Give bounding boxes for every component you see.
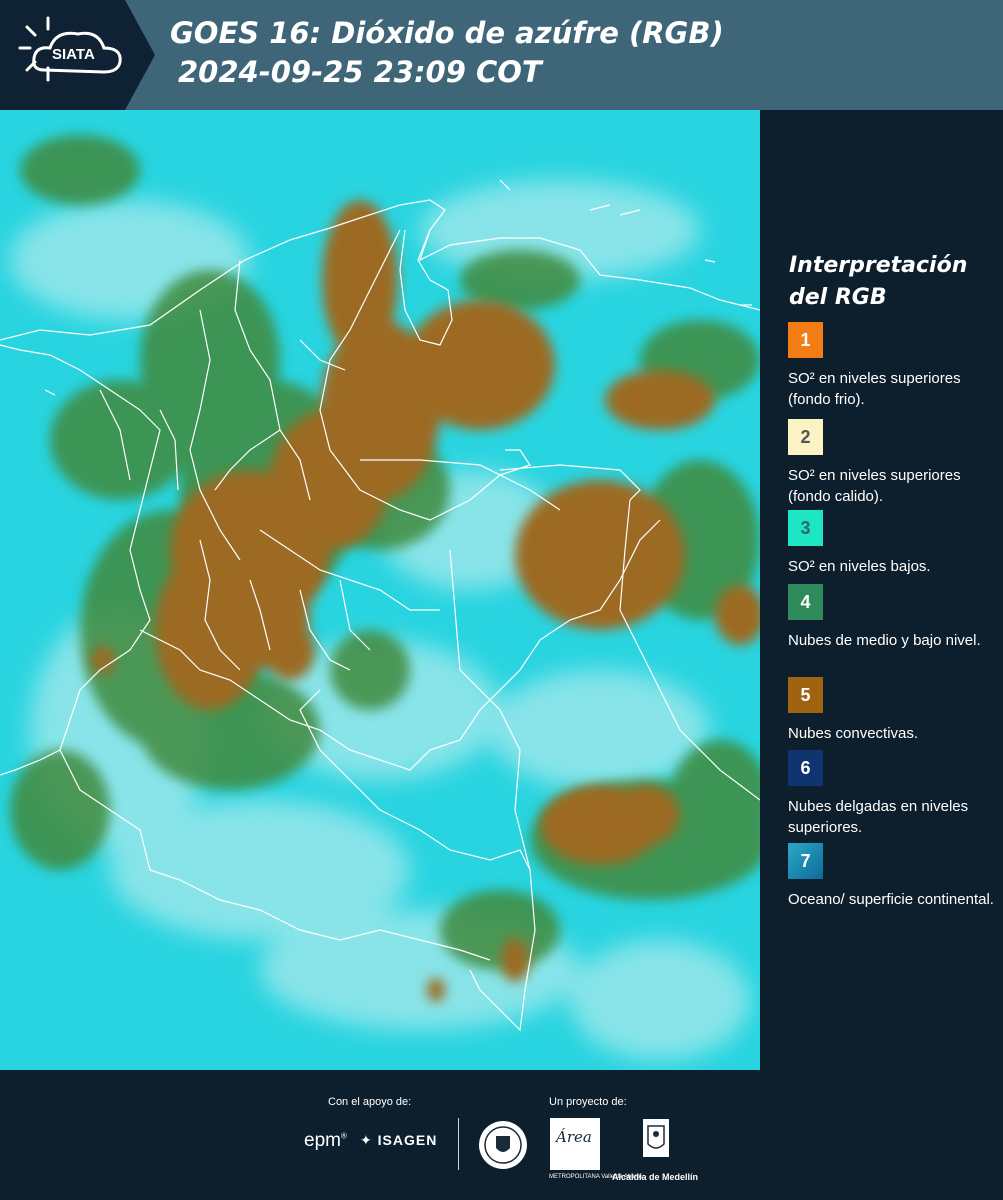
legend-item-5: 5 Nubes convectivas. [788, 677, 1000, 744]
header-bar: SIATA GOES 16: Dióxido de azúfre (RGB) 2… [0, 0, 1003, 110]
legend-swatch-1: 1 [788, 322, 823, 358]
satellite-map[interactable] [0, 110, 760, 1070]
legend-item-4: 4 Nubes de medio y bajo nivel. [788, 584, 1000, 651]
footer: Con el apoyo de: Un proyecto de: epm® ✦ … [0, 1070, 1003, 1200]
legend-item-3: 3 SO² en niveles bajos. [788, 510, 1000, 577]
footer-divider [458, 1118, 459, 1170]
legend-item-1: 1 SO² en niveles superiores (fondo frio)… [788, 322, 1000, 410]
epm-logo-text: epm [304, 1130, 341, 1151]
epm-logo: epm® [304, 1130, 347, 1151]
legend-label-3: SO² en niveles bajos. [788, 558, 931, 575]
legend-item-6: 6 Nubes delgadas en niveles superiores. [788, 750, 1000, 838]
isagen-logo: ✦ ISAGEN [360, 1132, 437, 1149]
timestamp: 2024-09-25 23:09 COT [178, 55, 542, 89]
legend-swatch-3: 3 [788, 510, 823, 546]
legend-swatch-5: 5 [788, 677, 823, 713]
legend-swatch-2: 2 [788, 419, 823, 455]
legend-panel: Interpretación del RGB 1 SO² en niveles … [760, 110, 1003, 1070]
legend-item-2: 2 SO² en niveles superiores (fondo calid… [788, 419, 1000, 507]
legend-label-5: Nubes convectivas. [788, 725, 919, 742]
legend-swatch-4: 4 [788, 584, 823, 620]
legend-label-4: Nubes de medio y bajo nivel. [788, 632, 981, 649]
alcaldia-logo-text: Alcaldía de Medellín [612, 1172, 699, 1182]
legend-label-7: Oceano/ superficie continental. [788, 891, 994, 908]
siata-logo-text: SIATA [52, 46, 95, 63]
siata-logo: SIATA [0, 0, 155, 110]
alcaldia-crest-icon [643, 1119, 669, 1157]
page-title: GOES 16: Dióxido de azúfre (RGB) [170, 16, 724, 50]
legend-label-2: SO² en niveles superiores (fondo calido)… [788, 467, 961, 505]
amva-word: Área [556, 1128, 592, 1146]
medellin-seal-icon [479, 1121, 527, 1169]
legend-title: Interpretación del RGB [789, 253, 968, 310]
legend-swatch-6: 6 [788, 750, 823, 786]
legend-label-6: Nubes delgadas en niveles superiores. [788, 798, 969, 836]
isagen-logo-text: ISAGEN [377, 1132, 438, 1148]
support-caption: Con el apoyo de: [328, 1096, 412, 1108]
isagen-mark-icon: ✦ [360, 1132, 373, 1148]
legend-item-7: 7 Oceano/ superficie continental. [788, 843, 1000, 910]
legend-swatch-7: 7 [788, 843, 823, 879]
project-caption: Un proyecto de: [549, 1096, 627, 1108]
legend-label-1: SO² en niveles superiores (fondo frio). [788, 370, 961, 408]
